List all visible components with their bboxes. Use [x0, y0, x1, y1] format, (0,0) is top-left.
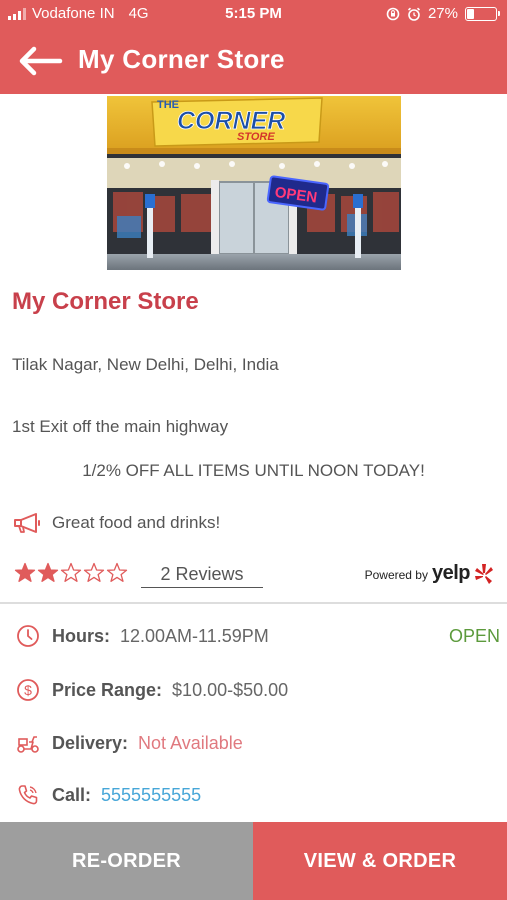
- star-filled-icon: [14, 562, 36, 582]
- store-address: Tilak Nagar, New Delhi, Delhi, India: [12, 355, 279, 374]
- dollar-icon: $: [17, 679, 39, 701]
- powered-by-label: Powered by: [364, 568, 428, 582]
- call-label: Call:: [52, 784, 92, 805]
- delivery-row: Delivery: Not Available: [16, 728, 500, 758]
- section-divider: [0, 602, 507, 604]
- clock-icon: [17, 625, 39, 647]
- arrow-left-icon: [19, 46, 63, 76]
- view-and-order-button[interactable]: VIEW & ORDER: [253, 822, 507, 900]
- star-empty-icon: [60, 562, 82, 582]
- alarm-icon: [407, 7, 421, 21]
- star-empty-icon: [83, 562, 105, 582]
- reorder-button[interactable]: RE-ORDER: [0, 822, 253, 900]
- megaphone-icon: [14, 513, 40, 533]
- reviews-link[interactable]: 2 Reviews: [141, 564, 263, 588]
- phone-icon: [18, 785, 38, 805]
- store-sign-top: THE: [157, 99, 179, 111]
- promo-text: 1/2% OFF ALL ITEMS UNTIL NOON TODAY!: [82, 461, 425, 480]
- yelp-burst-icon: [475, 564, 493, 584]
- delivery-value: Not Available: [138, 732, 243, 753]
- battery-icon: [465, 6, 500, 21]
- status-bar: Vodafone IN 4G 5:15 PM 27%: [0, 0, 507, 28]
- rotation-lock-icon: [386, 7, 400, 20]
- hours-value: 12.00AM-11.59PM: [120, 625, 269, 646]
- delivery-scooter-icon: [17, 736, 39, 753]
- star-filled-icon: [37, 562, 59, 582]
- open-status: OPEN: [448, 626, 500, 646]
- star-rating: [14, 562, 128, 584]
- svg-text:$: $: [24, 682, 32, 698]
- call-row: Call: 5555555555: [16, 780, 500, 810]
- star-empty-icon: [106, 562, 128, 582]
- store-directions: 1st Exit off the main highway: [12, 417, 229, 436]
- price-value: $10.00-$50.00: [172, 679, 289, 700]
- status-right: 27%: [386, 5, 500, 22]
- price-label: Price Range:: [52, 679, 163, 700]
- page-title: My Corner Store: [78, 44, 285, 74]
- back-button[interactable]: [16, 44, 64, 78]
- powered-by-yelp: Powered by yelp: [365, 562, 494, 585]
- store-name: My Corner Store: [12, 288, 199, 315]
- tagline-text: Great food and drinks!: [52, 513, 221, 532]
- store-sign-sub: STORE: [237, 131, 275, 143]
- hours-label: Hours:: [52, 625, 110, 646]
- battery-percent: 27%: [427, 5, 458, 22]
- price-row: $ Price Range: $10.00-$50.00: [16, 675, 500, 705]
- app-bar: My Corner Store: [0, 28, 507, 94]
- hours-row: Hours: 12.00AM-11.59PM OPEN: [16, 621, 500, 651]
- yelp-logo: yelp: [431, 562, 471, 584]
- delivery-label: Delivery:: [52, 732, 129, 753]
- store-photo: THE CORNER STORE OPEN: [107, 96, 401, 270]
- rating-row: 2 Reviews Powered by yelp: [14, 562, 494, 592]
- tagline: Great food and drinks!: [12, 511, 220, 535]
- phone-number-link[interactable]: 5555555555: [101, 785, 201, 806]
